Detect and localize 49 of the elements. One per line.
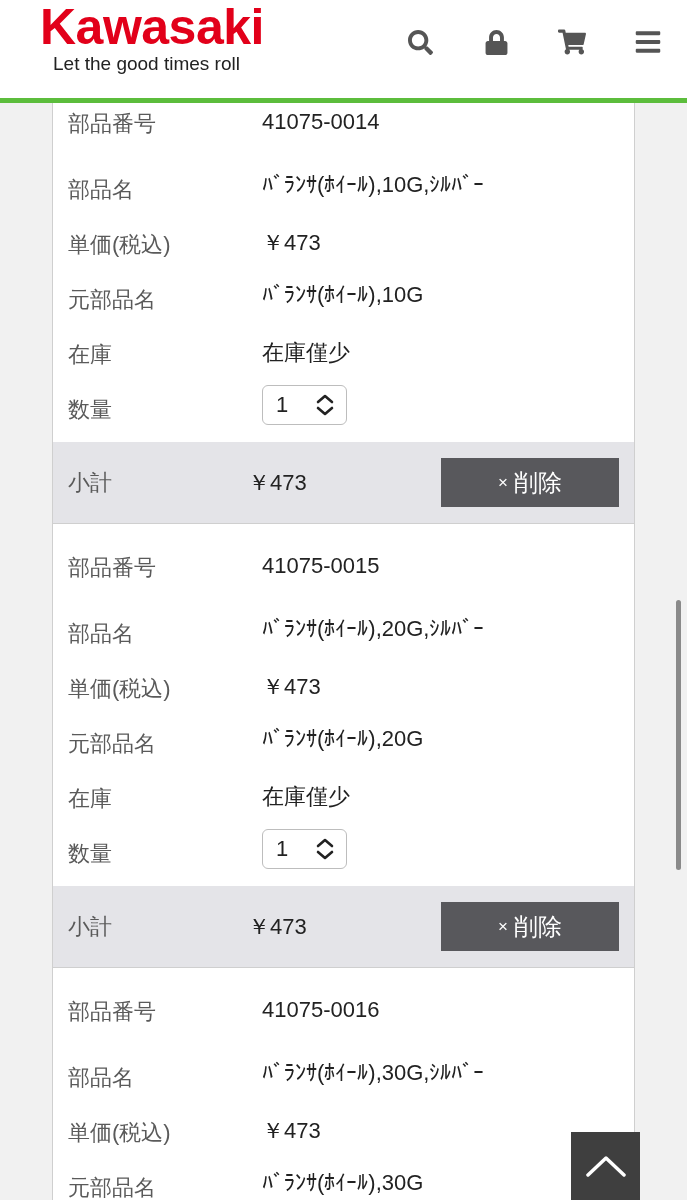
subtotal-label: 小計 [68,469,113,497]
field-label: 在庫 [68,340,112,369]
field-value: 41075-0015 [262,551,380,580]
chevron-up-icon [585,1155,626,1177]
field-label: 部品番号 [68,553,156,582]
field-label: 数量 [68,395,112,424]
field-value: ﾊﾞﾗﾝｻ(ﾎｲｰﾙ),10G [262,280,424,309]
field-label: 部品番号 [68,997,156,1026]
field-value: ￥473 [262,228,321,257]
field-label: 数量 [68,839,112,868]
search-icon [407,29,433,55]
back-to-top-button[interactable] [571,1132,640,1200]
lock-icon [483,29,509,55]
field-value: ﾊﾞﾗﾝｻ(ﾎｲｰﾙ),30G,ｼﾙﾊﾞｰ [262,1058,485,1087]
field-value: ￥473 [262,672,321,701]
tagline: Let the good times roll [52,52,241,76]
field-value: ￥473 [262,1116,321,1145]
field-value: 在庫僅少 [262,782,350,811]
field-label: 在庫 [68,784,112,813]
field-label: 元部品名 [68,729,156,758]
field-label: 元部品名 [68,285,156,314]
field-value: ﾊﾞﾗﾝｻ(ﾎｲｰﾙ),10G,ｼﾙﾊﾞｰ [262,170,485,199]
cart-icon [558,28,586,56]
up-down-chevron-icon [316,837,334,860]
field-value: 41075-0014 [262,107,380,136]
field-label: 部品名 [68,1063,134,1092]
field-label: 単価(税込) [68,674,171,703]
quantity-select[interactable]: 1 [262,828,347,869]
field-value: ﾊﾞﾗﾝｻ(ﾎｲｰﾙ),20G,ｼﾙﾊﾞｰ [262,614,485,643]
up-down-chevron-icon [316,393,334,416]
field-value: 41075-0016 [262,995,380,1024]
field-label: 元部品名 [68,1173,156,1200]
delete-button[interactable]: × 削除 [441,902,619,951]
menu-icon [634,28,662,56]
quantity-select[interactable]: 1 [262,384,347,425]
field-label: 部品番号 [68,109,156,138]
brand-logo[interactable]: Kawasaki [40,4,264,50]
field-label: 部品名 [68,175,134,204]
field-label: 単価(税込) [68,1118,171,1147]
field-value: ﾊﾞﾗﾝｻ(ﾎｲｰﾙ),30G [262,1168,424,1197]
delete-button[interactable]: × 削除 [441,458,619,507]
subtotal-value: ￥473 [248,913,307,941]
field-value: ﾊﾞﾗﾝｻ(ﾎｲｰﾙ),20G [262,724,424,753]
scrollbar-thumb[interactable] [676,600,681,870]
subtotal-value: ￥473 [248,469,307,497]
field-label: 部品名 [68,619,134,648]
field-value: 在庫僅少 [262,338,350,367]
field-label: 単価(税込) [68,230,171,259]
subtotal-label: 小計 [68,913,113,941]
